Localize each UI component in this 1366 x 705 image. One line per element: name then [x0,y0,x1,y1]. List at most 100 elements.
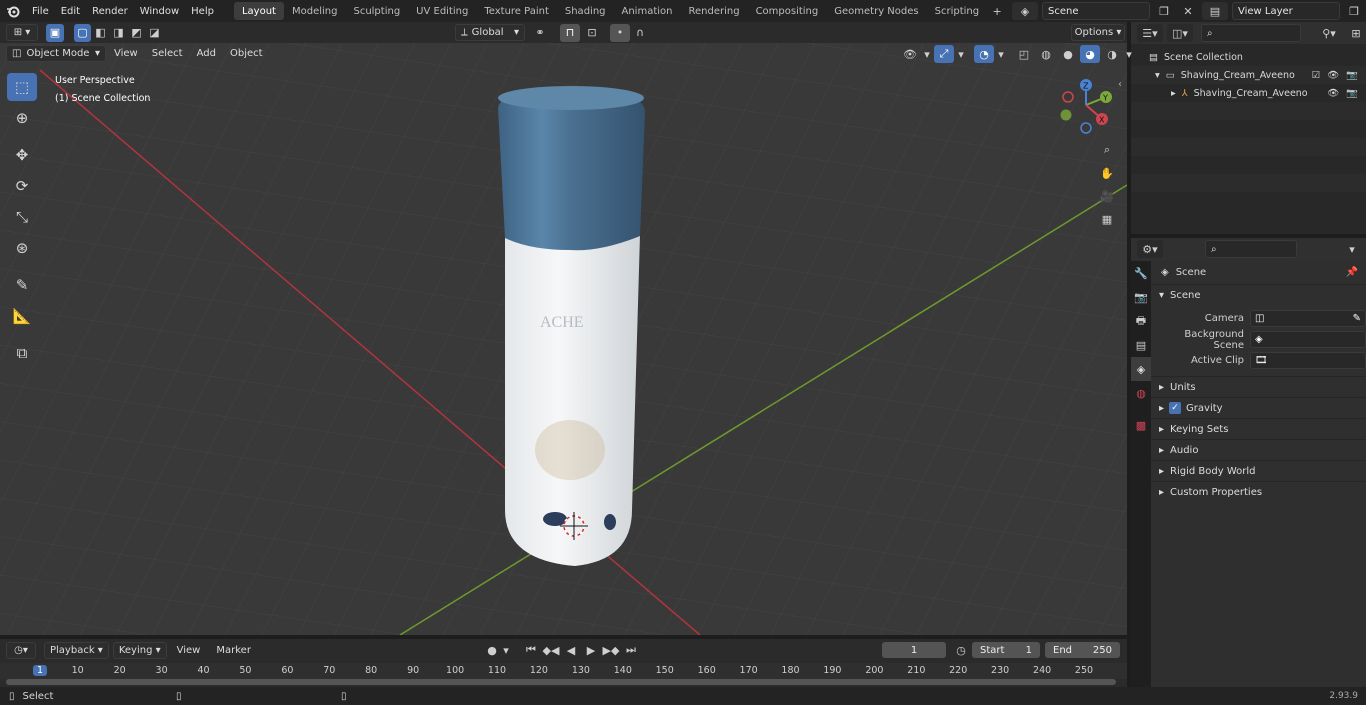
blender-logo-icon[interactable] [0,2,26,20]
tab-compositing[interactable]: Compositing [748,2,827,20]
render-camera-icon[interactable]: 📷 [1346,88,1358,99]
tool-tab-icon[interactable]: 🔧 [1131,261,1151,285]
proportional-edit-icon[interactable]: • [610,23,630,42]
3d-viewport[interactable]: ACHE User Perspective (1) Scene Collecti… [0,43,1127,635]
timeline-editor-icon[interactable]: ◷▾ [6,641,36,659]
camera-field[interactable]: ◫ ✎ [1250,310,1366,327]
preview-range-icon[interactable]: ◷ [951,641,971,659]
transform-tool-icon[interactable]: ⊛ [7,234,37,262]
timeline-marker-menu[interactable]: Marker [210,642,257,659]
material-shading-icon[interactable]: ◕ [1080,45,1100,63]
xray-icon[interactable]: ◰ [1014,45,1034,63]
outliner-item-object[interactable]: ▸ ⅄ Shaving_Cream_Aveeno 👁 📷 [1131,84,1366,102]
select-box-icon[interactable]: ▣ [46,23,64,42]
scene-tab-icon[interactable]: ◈ [1131,357,1151,381]
tab-animation[interactable]: Animation [614,2,681,20]
overlays-dropdown-icon[interactable]: ▾ [996,45,1006,63]
menu-edit[interactable]: Edit [55,0,86,22]
measure-tool-icon[interactable]: 📐 [7,302,37,330]
eyedropper-icon[interactable]: ✎ [1353,313,1361,324]
expand-collapsed-icon[interactable]: ▸ [1171,88,1176,99]
background-scene-field[interactable]: ◈ [1250,331,1366,348]
solid-shading-icon[interactable]: ● [1058,45,1078,63]
panel-audio[interactable]: ▸ Audio [1151,439,1366,460]
add-cube-tool-icon[interactable]: ⧉ [7,339,37,367]
start-frame-field[interactable]: Start 1 [972,642,1040,658]
jump-end-icon[interactable]: ⏭ [621,641,641,659]
rendered-shading-icon[interactable]: ◑ [1102,45,1122,63]
view-layer-field[interactable]: View Layer [1232,2,1340,20]
visibility-icon[interactable]: 👁 [900,45,920,63]
panel-rigid-body-world[interactable]: ▸ Rigid Body World [1151,460,1366,481]
mode-subtract-icon[interactable]: ◨ [110,24,127,42]
eye-icon[interactable]: 👁 [1327,88,1339,99]
panel-keying-sets[interactable]: ▸ Keying Sets [1151,418,1366,439]
mode-invert-icon[interactable]: ◩ [128,24,145,42]
zoom-icon[interactable]: ⌕ [1097,141,1117,159]
tab-shading[interactable]: Shading [557,2,614,20]
properties-editor-icon[interactable]: ⚙▾ [1137,240,1163,258]
next-keyframe-icon[interactable]: ▶◆ [601,641,621,659]
sidebar-toggle-icon[interactable]: ‹ [1118,79,1122,90]
render-tab-icon[interactable]: 📷 [1131,285,1151,309]
tab-scripting[interactable]: Scripting [927,2,987,20]
pan-hand-icon[interactable]: ✋ [1097,164,1117,182]
tab-texture-paint[interactable]: Texture Paint [476,2,557,20]
play-icon[interactable]: ▶ [581,641,601,659]
panel-scene-header[interactable]: ▾ Scene [1151,284,1366,305]
mode-intersect-icon[interactable]: ◪ [146,24,163,42]
timeline-scrollbar[interactable] [6,679,1116,685]
new-view-layer-icon[interactable]: ❐ [1344,2,1364,20]
gravity-checkbox[interactable]: ✓ [1169,402,1182,414]
menu-render[interactable]: Render [86,0,134,22]
jump-start-icon[interactable]: ⏮ [521,641,541,659]
active-clip-field[interactable]: 🎞 [1250,352,1366,369]
outliner-item-collection[interactable]: ▾ ▭ Shaving_Cream_Aveeno ☑ 👁 📷 [1131,66,1366,84]
pin-icon[interactable]: 📌 [1346,267,1366,278]
falloff-icon[interactable]: ∩ [630,24,650,42]
properties-search-input[interactable]: ⌕ [1205,240,1297,258]
cursor-tool-icon[interactable]: ⊕ [7,104,37,132]
move-tool-icon[interactable]: ✥ [7,141,37,169]
shading-dropdown-icon[interactable]: ▾ [1124,45,1134,63]
menu-file[interactable]: File [26,0,55,22]
shaving-cream-bottle[interactable]: ACHE [498,86,645,566]
view-layer-tab-icon[interactable]: ▤ [1131,333,1151,357]
prev-keyframe-icon[interactable]: ◆◀ [541,641,561,659]
outliner-editor-icon[interactable]: ☰▾ [1137,24,1163,42]
tab-sculpting[interactable]: Sculpting [345,2,408,20]
visibility-dropdown-icon[interactable]: ▾ [922,45,932,63]
current-frame-field[interactable]: 1 [882,642,946,658]
new-collection-icon[interactable]: ⊞ [1346,24,1366,42]
world-tab-icon[interactable]: ◍ [1131,381,1151,405]
timeline-view-menu[interactable]: View [171,642,207,659]
display-mode-icon[interactable]: ◫▾ [1167,24,1193,42]
view-layer-icon[interactable]: ▤ [1202,2,1228,20]
scene-type-icon[interactable]: ◈ [1012,2,1038,20]
menu-help[interactable]: Help [185,0,220,22]
end-frame-field[interactable]: End 250 [1045,642,1120,658]
properties-options-icon[interactable]: ▾ [1342,240,1362,258]
snap-target-icon[interactable]: ⊡ [582,24,602,42]
tab-modeling[interactable]: Modeling [284,2,346,20]
outliner-root[interactable]: ▤ Scene Collection [1131,48,1366,66]
snap-icon[interactable]: ⊓ [560,23,580,42]
playback-dropdown[interactable]: Playback ▾ [44,641,109,659]
scale-tool-icon[interactable]: ⤡ [7,203,37,231]
outliner-search-input[interactable]: ⌕ [1201,24,1301,42]
tab-rendering[interactable]: Rendering [680,2,747,20]
mode-set-icon[interactable]: ▢ [74,23,91,42]
menu-view[interactable]: View [108,45,144,62]
pivot-icon[interactable]: ⚭ [530,24,550,42]
rotate-tool-icon[interactable]: ⟳ [7,172,37,200]
select-box-tool-icon[interactable]: ⬚ [7,73,37,101]
keying-dropdown[interactable]: Keying ▾ [112,641,167,659]
mode-extend-icon[interactable]: ◧ [92,24,109,42]
panel-units[interactable]: ▸ Units [1151,376,1366,397]
menu-object[interactable]: Object [224,45,269,62]
camera-view-icon[interactable]: 🎥 [1097,187,1117,205]
texture-tab-icon[interactable]: ▩ [1131,413,1151,437]
eye-icon[interactable]: 👁 [1327,70,1339,81]
options-dropdown[interactable]: Options ▾ [1071,24,1125,41]
overlays-icon[interactable]: ◔ [974,45,994,63]
